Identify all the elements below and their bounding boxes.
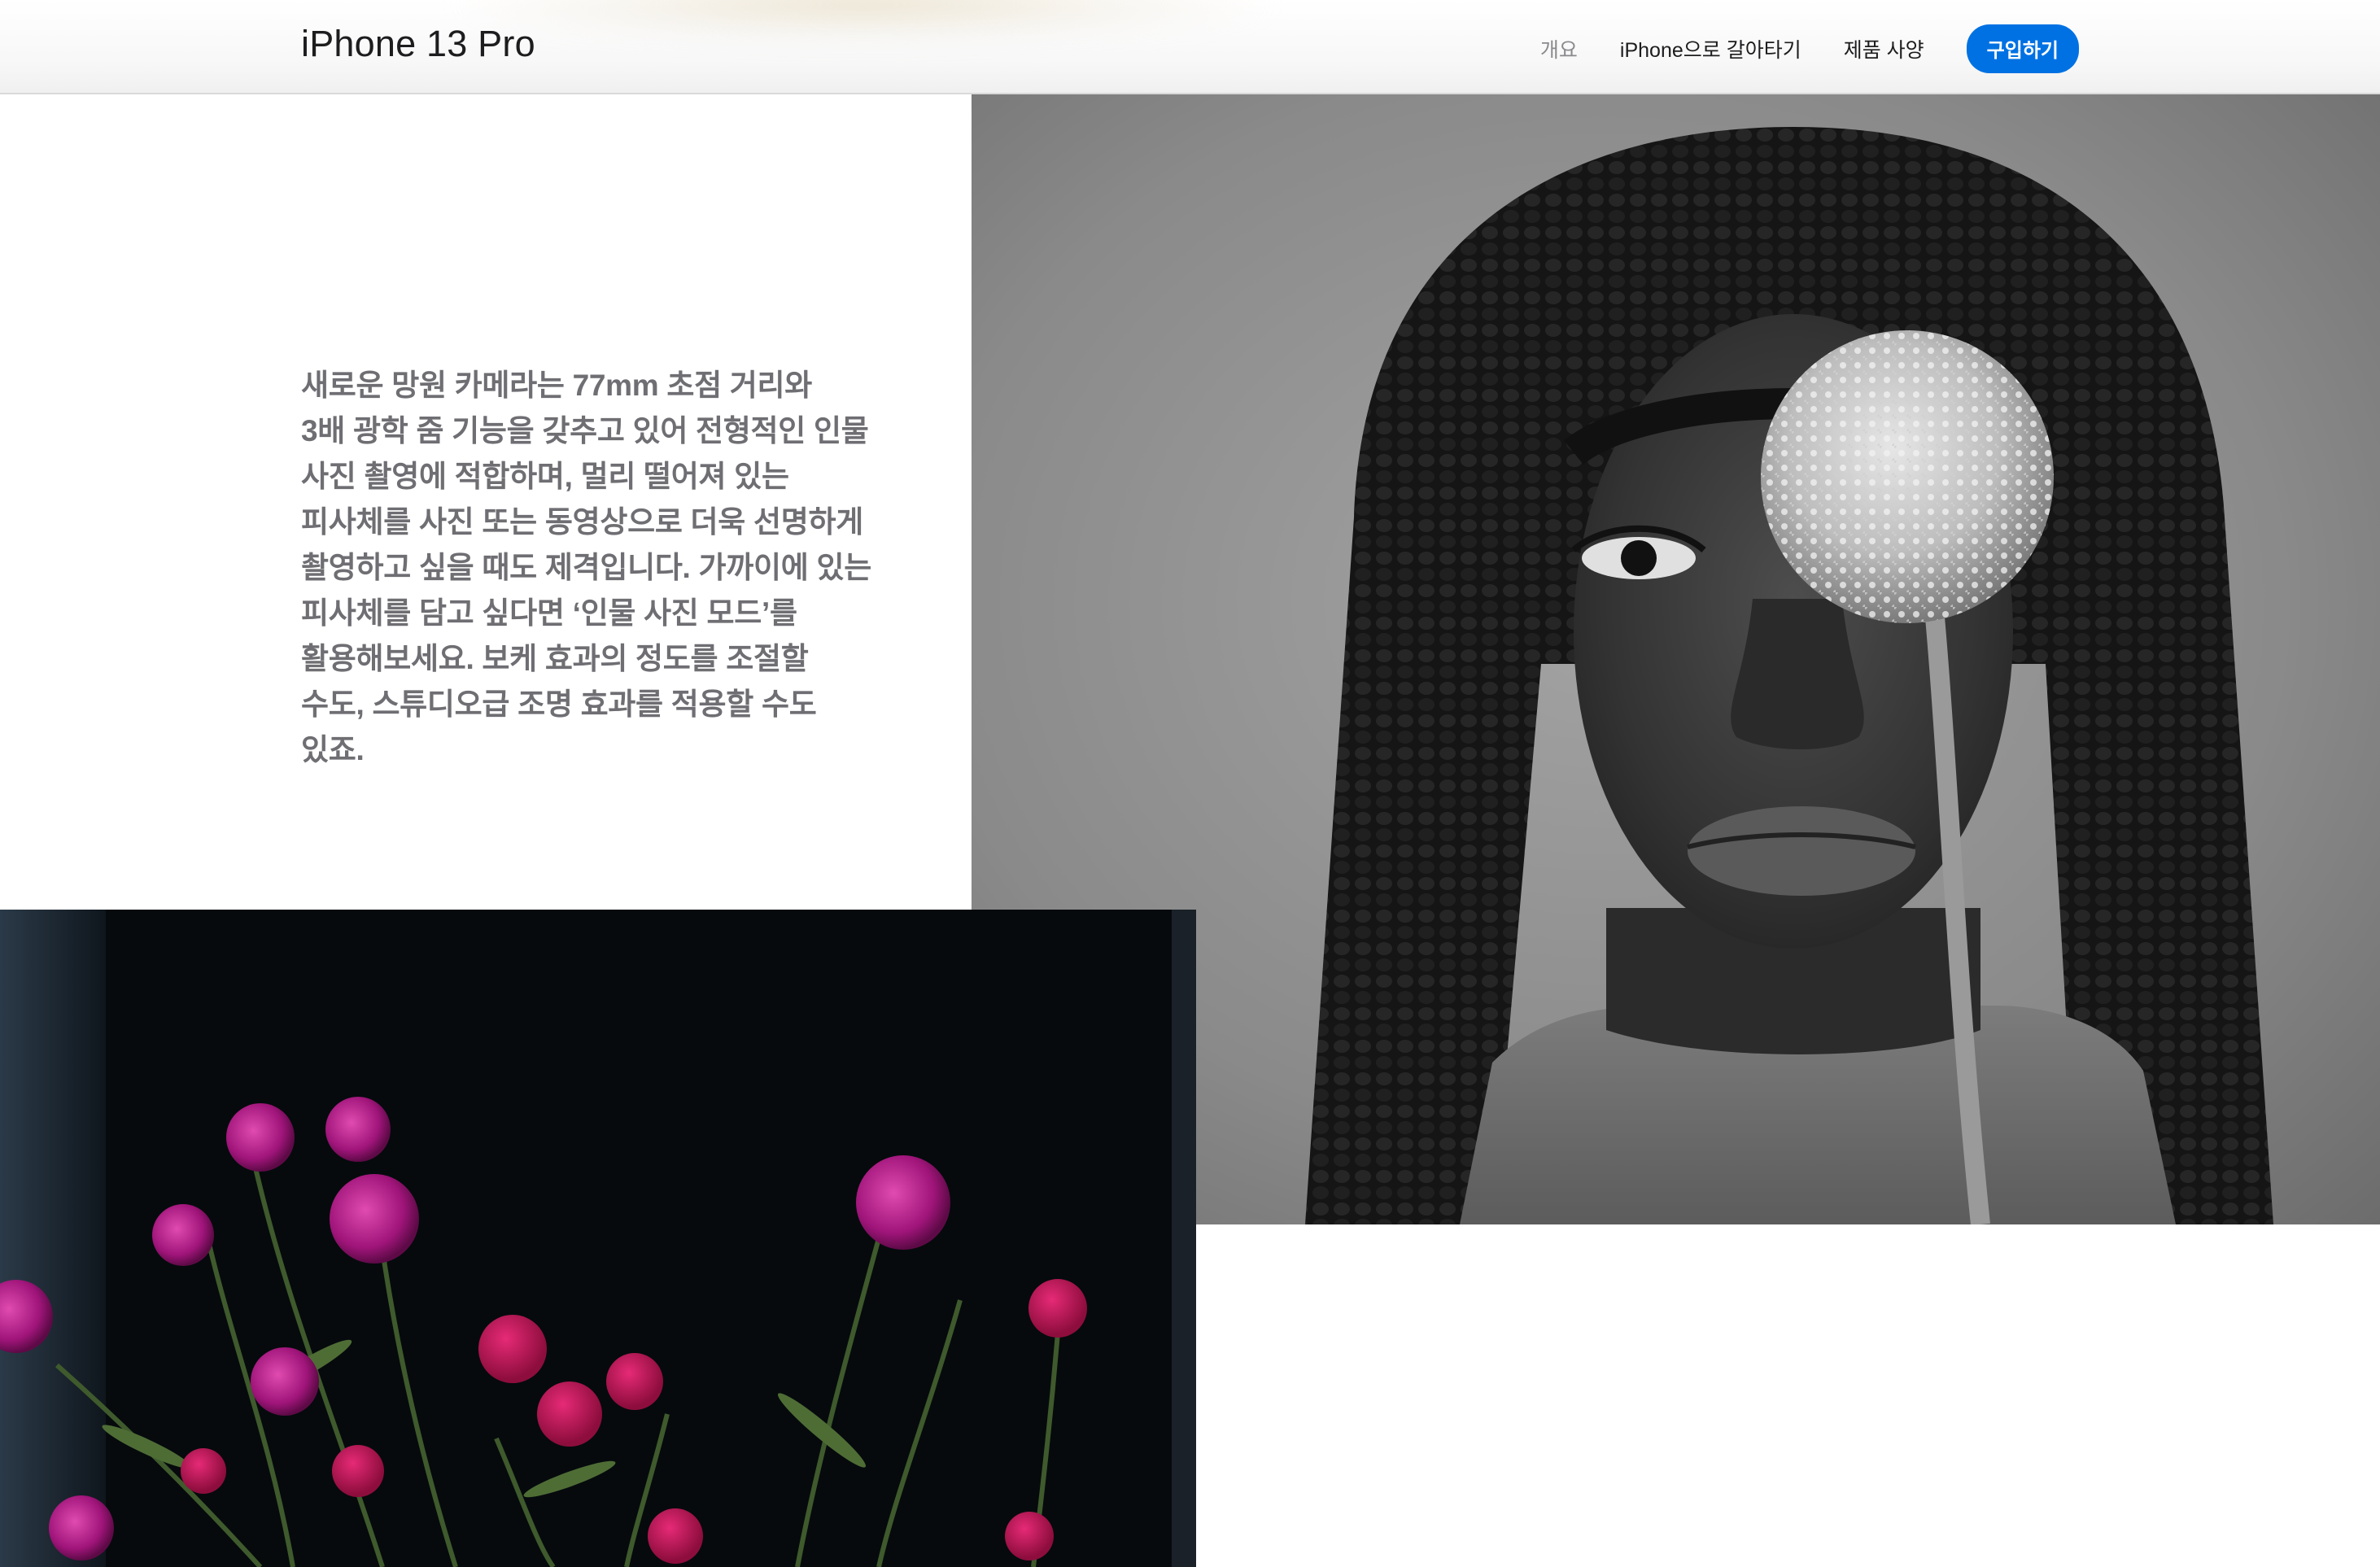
description-line: 있죠.	[301, 733, 365, 766]
nav-background-glow	[456, 0, 1269, 41]
product-nav-bar: iPhone 13 Pro 개요 iPhone으로 갈아타기 제품 사양 구입하…	[0, 0, 2380, 94]
description-line: 사진 촬영에 적합하며, 멀리 떨어져 있는	[301, 460, 789, 493]
nav-link-overview[interactable]: 개요	[1540, 34, 1578, 63]
flowers-photo	[0, 910, 1196, 1567]
description-line: 3배 광학 줌 기능을 갖추고 있어 전형적인 인물	[301, 414, 869, 447]
product-title[interactable]: iPhone 13 Pro	[301, 23, 535, 65]
nav-link-switch-to-iphone[interactable]: iPhone으로 갈아타기	[1620, 34, 1801, 63]
blank-area	[1196, 1224, 2380, 1567]
description-line: 새로운 망원 카메라는 77mm 초점 거리와	[301, 369, 813, 402]
nav-link-tech-specs[interactable]: 제품 사양	[1844, 34, 1924, 63]
description-line: 피사체를 담고 싶다면 ‘인물 사진 모드’를	[301, 596, 797, 630]
description-line: 활용해보세요. 보케 효과의 정도를 조절할	[301, 642, 809, 675]
nav-links: 개요 iPhone으로 갈아타기 제품 사양 구입하기	[1540, 24, 2079, 73]
telephoto-description: 새로운 망원 카메라는 77mm 초점 거리와 3배 광학 줌 기능을 갖추고 …	[301, 363, 887, 773]
description-line: 촬영하고 싶을 때도 제격입니다. 가까이에 있는	[301, 551, 871, 584]
description-line: 수도, 스튜디오급 조명 효과를 적용할 수도	[301, 687, 817, 721]
buy-button[interactable]: 구입하기	[1966, 24, 2079, 73]
description-line: 피사체를 사진 또는 동영상으로 더욱 선명하게	[301, 505, 863, 539]
